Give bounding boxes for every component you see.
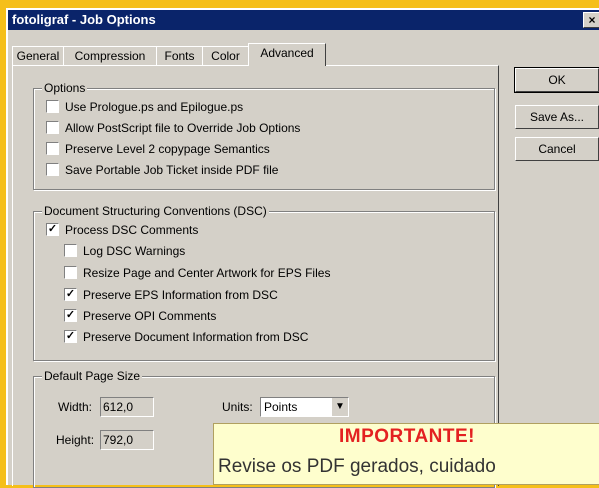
checkbox-box[interactable] xyxy=(46,121,59,135)
allow-postscript-override-checkbox[interactable]: Allow PostScript file to Override Job Op… xyxy=(46,120,300,136)
important-notice: IMPORTANTE! Revise os PDF gerados, cuida… xyxy=(213,423,599,485)
width-label: Width: xyxy=(58,400,93,414)
checkbox-box[interactable] xyxy=(46,142,59,156)
checkbox-label: Use Prologue.ps and Epilogue.ps xyxy=(65,100,244,114)
save-job-ticket-checkbox[interactable]: Save Portable Job Ticket inside PDF file xyxy=(46,162,278,178)
checkbox-label: Save Portable Job Ticket inside PDF file xyxy=(65,163,279,177)
checkbox-box[interactable]: ✓ xyxy=(64,309,77,323)
ok-button[interactable]: OK xyxy=(514,67,599,93)
checkbox-box[interactable] xyxy=(46,163,59,177)
options-group: Options Use Prologue.ps and Epilogue.ps … xyxy=(33,81,495,190)
preserve-opi-checkbox[interactable]: ✓ Preserve OPI Comments xyxy=(64,308,216,324)
preserve-copypage-checkbox[interactable]: Preserve Level 2 copypage Semantics xyxy=(46,141,270,157)
units-value: Points xyxy=(264,400,298,414)
tab-compression[interactable]: Compression xyxy=(63,46,157,65)
log-dsc-warnings-checkbox[interactable]: Log DSC Warnings xyxy=(64,243,185,259)
save-as-button[interactable]: Save As... xyxy=(515,105,599,129)
checkbox-label: Preserve Document Information from DSC xyxy=(83,330,309,344)
options-legend: Options xyxy=(42,81,88,95)
checkbox-box[interactable]: ✓ xyxy=(64,330,77,344)
resize-page-checkbox[interactable]: Resize Page and Center Artwork for EPS F… xyxy=(64,265,330,281)
height-label: Height: xyxy=(56,433,95,447)
checkbox-label: Process DSC Comments xyxy=(65,223,199,237)
checkbox-label: Preserve EPS Information from DSC xyxy=(83,288,278,302)
notice-heading: IMPORTANTE! xyxy=(338,426,476,447)
title-bar: fotoligraf - Job Options × xyxy=(8,10,599,30)
checkbox-box[interactable]: ✓ xyxy=(64,288,77,302)
checkbox-box[interactable] xyxy=(64,266,77,280)
tab-general[interactable]: General xyxy=(12,46,64,65)
checkbox-box[interactable] xyxy=(46,100,59,114)
process-dsc-checkbox[interactable]: ✓ Process DSC Comments xyxy=(46,222,198,238)
units-select[interactable]: Points ▼ xyxy=(260,397,349,417)
tab-advanced[interactable]: Advanced xyxy=(248,43,326,66)
tab-fonts[interactable]: Fonts xyxy=(156,46,203,65)
close-icon[interactable]: × xyxy=(583,12,599,28)
notice-body: Revise os PDF gerados, cuidado xyxy=(218,456,496,477)
units-label: Units: xyxy=(222,400,253,414)
job-options-window: fotoligraf - Job Options × General Compr… xyxy=(6,8,599,488)
dsc-legend: Document Structuring Conventions (DSC) xyxy=(42,204,269,218)
chevron-down-icon[interactable]: ▼ xyxy=(331,398,348,416)
checkbox-label: Preserve OPI Comments xyxy=(83,309,217,323)
dsc-group: Document Structuring Conventions (DSC) ✓… xyxy=(33,204,495,361)
checkbox-label: Preserve Level 2 copypage Semantics xyxy=(65,142,270,156)
tab-color[interactable]: Color xyxy=(202,46,249,65)
preserve-document-info-checkbox[interactable]: ✓ Preserve Document Information from DSC xyxy=(64,329,308,345)
page-size-legend: Default Page Size xyxy=(42,369,143,383)
checkbox-label: Allow PostScript file to Override Job Op… xyxy=(65,121,301,135)
checkbox-label: Log DSC Warnings xyxy=(83,244,186,258)
cancel-button[interactable]: Cancel xyxy=(515,137,599,161)
checkbox-box[interactable]: ✓ xyxy=(46,223,59,237)
window-title: fotoligraf - Job Options xyxy=(12,12,156,27)
checkbox-label: Resize Page and Center Artwork for EPS F… xyxy=(83,266,331,280)
height-field[interactable]: 792,0 xyxy=(100,430,154,450)
width-field[interactable]: 612,0 xyxy=(100,397,154,417)
checkbox-box[interactable] xyxy=(64,244,77,258)
use-prologue-checkbox[interactable]: Use Prologue.ps and Epilogue.ps xyxy=(46,99,243,115)
preserve-eps-checkbox[interactable]: ✓ Preserve EPS Information from DSC xyxy=(64,287,278,303)
